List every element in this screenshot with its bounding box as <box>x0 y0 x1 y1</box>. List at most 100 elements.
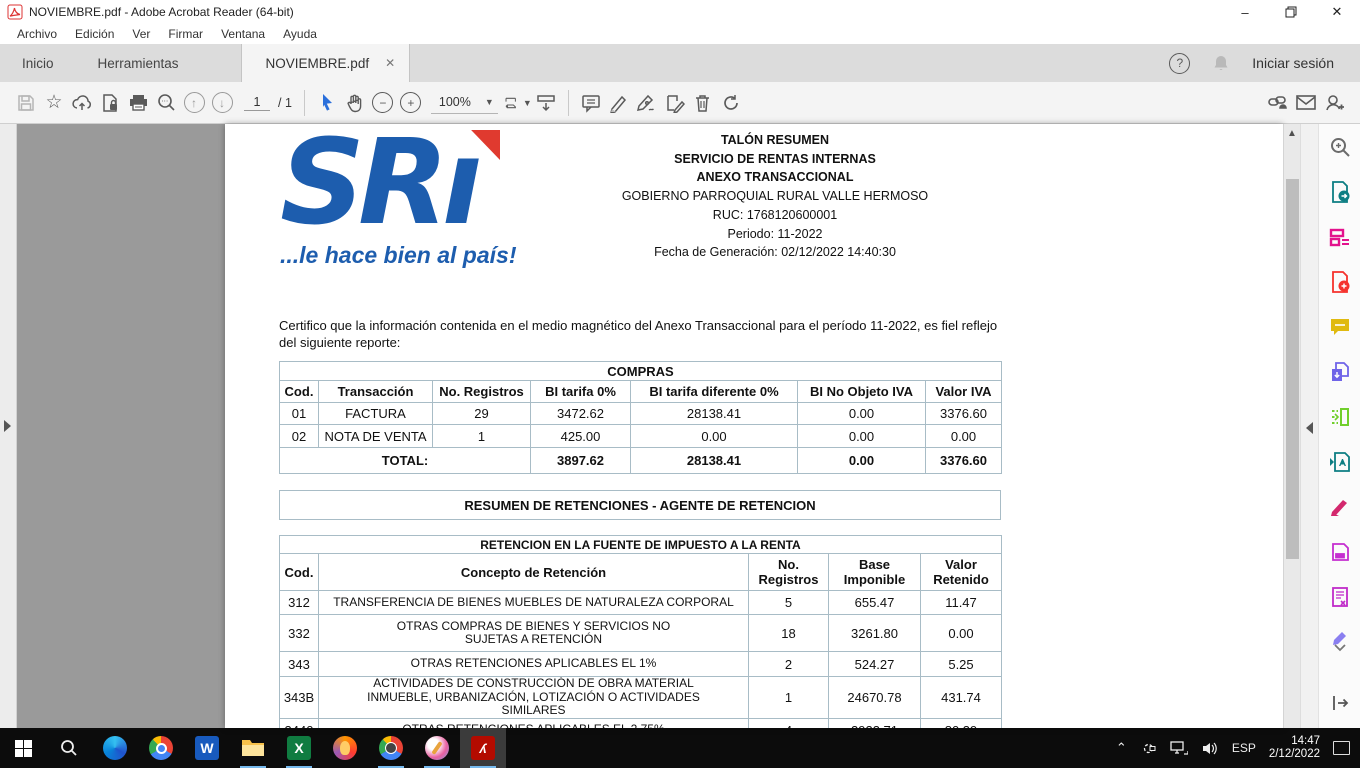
tab-close-icon[interactable]: ✕ <box>385 56 395 70</box>
retenciones-col-header: Cod. <box>280 554 319 591</box>
cloud-upload-icon[interactable] <box>68 88 96 118</box>
tray-chevron-icon[interactable]: ⌃ <box>1116 740 1127 756</box>
rotate-icon[interactable] <box>717 88 745 118</box>
retenciones-cell: 312 <box>280 591 319 615</box>
compras-col-header: Valor IVA <box>926 381 1002 403</box>
zoom-caret-icon: ▼ <box>485 97 494 107</box>
volume-icon[interactable] <box>1201 741 1219 756</box>
retenciones-table: RETENCION EN LA FUENTE DE IMPUESTO A LA … <box>279 535 1002 728</box>
retenciones-col-header: Valor Retenido <box>921 554 1002 591</box>
combine-files-icon[interactable] <box>1327 359 1353 385</box>
zoom-level-select[interactable]: 100% ▼ <box>431 92 498 114</box>
zoom-out-icon[interactable]: − <box>369 88 397 118</box>
restore-button[interactable] <box>1268 0 1314 24</box>
share-people-icon[interactable] <box>1320 88 1348 118</box>
header-line: ANEXO TRANSACCIONAL <box>555 168 995 187</box>
file-lock-icon[interactable] <box>96 88 124 118</box>
scrollbar-thumb[interactable] <box>1286 179 1299 559</box>
next-page-icon[interactable]: ↓ <box>208 88 236 118</box>
compras-col-header: Cod. <box>280 381 319 403</box>
svg-text:⋯: ⋯ <box>161 99 168 106</box>
compras-row: 01 FACTURA 29 3472.62 28138.41 0.00 3376… <box>280 403 1002 425</box>
export-pdf-icon[interactable] <box>1327 179 1353 205</box>
delete-icon[interactable] <box>689 88 717 118</box>
menu-ver[interactable]: Ver <box>123 25 159 43</box>
edge-icon[interactable] <box>92 728 138 768</box>
file-explorer-icon[interactable] <box>230 728 276 768</box>
edit-pdf-icon[interactable] <box>1327 224 1353 250</box>
firefox-icon[interactable] <box>322 728 368 768</box>
header-line: RUC: 1768120600001 <box>555 206 995 225</box>
previous-page-icon[interactable]: ↑ <box>180 88 208 118</box>
bell-icon[interactable] <box>1212 54 1230 73</box>
clock-date: 2/12/2022 <box>1269 748 1320 761</box>
retenciones-cell: 18 <box>749 615 829 652</box>
tab-document-label: NOVIEMBRE.pdf <box>266 56 370 71</box>
notification-center-icon[interactable] <box>1333 741 1350 755</box>
retenciones-title: RETENCION EN LA FUENTE DE IMPUESTO A LA … <box>280 536 1002 554</box>
chrome-icon[interactable] <box>138 728 184 768</box>
create-pdf-icon[interactable] <box>1327 269 1353 295</box>
sign-pen-icon[interactable] <box>633 88 661 118</box>
start-button[interactable] <box>0 728 46 768</box>
page-number-input[interactable]: 1 <box>244 95 270 111</box>
protect-pdf-icon[interactable] <box>1327 539 1353 565</box>
menu-firmar[interactable]: Firmar <box>159 25 212 43</box>
email-icon[interactable] <box>1292 88 1320 118</box>
request-signatures-icon[interactable] <box>1327 584 1353 610</box>
organize-pages-icon[interactable] <box>1327 404 1353 430</box>
sign-in-button[interactable]: Iniciar sesión <box>1252 55 1334 71</box>
taskbar-search-icon[interactable] <box>46 728 92 768</box>
save-icon[interactable] <box>12 88 40 118</box>
paint-icon[interactable] <box>414 728 460 768</box>
hand-tool-icon[interactable] <box>341 88 369 118</box>
document-scrollbar[interactable]: ▲ <box>1283 124 1300 728</box>
menu-archivo[interactable]: Archivo <box>8 25 66 43</box>
word-icon[interactable]: W <box>184 728 230 768</box>
tab-herramientas[interactable]: Herramientas <box>76 44 201 82</box>
scroll-up-icon[interactable]: ▲ <box>1287 128 1297 139</box>
zoom-in-icon[interactable]: + <box>397 88 425 118</box>
fit-width-icon[interactable]: ▼ <box>504 88 532 118</box>
capture-tool-icon[interactable] <box>1140 741 1157 756</box>
share-link-icon[interactable] <box>1264 88 1292 118</box>
expand-pane-icon[interactable] <box>1327 690 1353 716</box>
network-icon[interactable] <box>1170 741 1188 756</box>
collapse-tools-pane-icon[interactable] <box>1306 422 1313 434</box>
scrolling-mode-icon[interactable] <box>532 88 560 118</box>
retenciones-cell: 2923.71 <box>829 718 921 728</box>
acrobat-taskbar-icon[interactable]: ʎ <box>460 728 506 768</box>
help-icon[interactable]: ? <box>1169 53 1190 74</box>
star-icon[interactable]: ☆ <box>40 88 68 118</box>
comment-tool-icon[interactable] <box>1327 314 1353 340</box>
chrome-profile-icon[interactable] <box>368 728 414 768</box>
show-left-pane-icon[interactable] <box>4 420 11 432</box>
retenciones-cell: 3440 <box>280 718 319 728</box>
minimize-button[interactable]: – <box>1222 0 1268 24</box>
tools-rail <box>1318 124 1360 728</box>
excel-icon[interactable]: X <box>276 728 322 768</box>
retenciones-col-header: Concepto de Retención <box>319 554 749 591</box>
more-tools-pen-icon[interactable] <box>1327 629 1353 655</box>
search-icon[interactable]: ⋯ <box>152 88 180 118</box>
comment-icon[interactable] <box>577 88 605 118</box>
close-button[interactable]: ✕ <box>1314 0 1360 24</box>
language-indicator[interactable]: ESP <box>1232 741 1256 755</box>
menu-ayuda[interactable]: Ayuda <box>274 25 326 43</box>
menu-edicion[interactable]: Edición <box>66 25 123 43</box>
compress-pdf-icon[interactable] <box>1327 449 1353 475</box>
select-tool-icon[interactable] <box>313 88 341 118</box>
left-pane-strip[interactable] <box>0 124 17 728</box>
tools-pane-collapse-strip[interactable] <box>1300 124 1318 728</box>
menu-ventana[interactable]: Ventana <box>212 25 274 43</box>
resumen-retenciones-title: RESUMEN DE RETENCIONES - AGENTE DE RETEN… <box>279 490 1001 520</box>
tab-inicio[interactable]: Inicio <box>0 44 76 82</box>
fill-sign-icon[interactable] <box>661 88 689 118</box>
highlight-icon[interactable] <box>605 88 633 118</box>
sri-logo: SRı ...le hace bien al país! <box>280 126 520 266</box>
tab-document[interactable]: NOVIEMBRE.pdf ✕ <box>241 44 411 82</box>
clock[interactable]: 14:47 2/12/2022 <box>1269 735 1320 761</box>
search-tools-icon[interactable] <box>1327 134 1353 160</box>
print-icon[interactable] <box>124 88 152 118</box>
fill-sign-icon[interactable] <box>1327 494 1353 520</box>
